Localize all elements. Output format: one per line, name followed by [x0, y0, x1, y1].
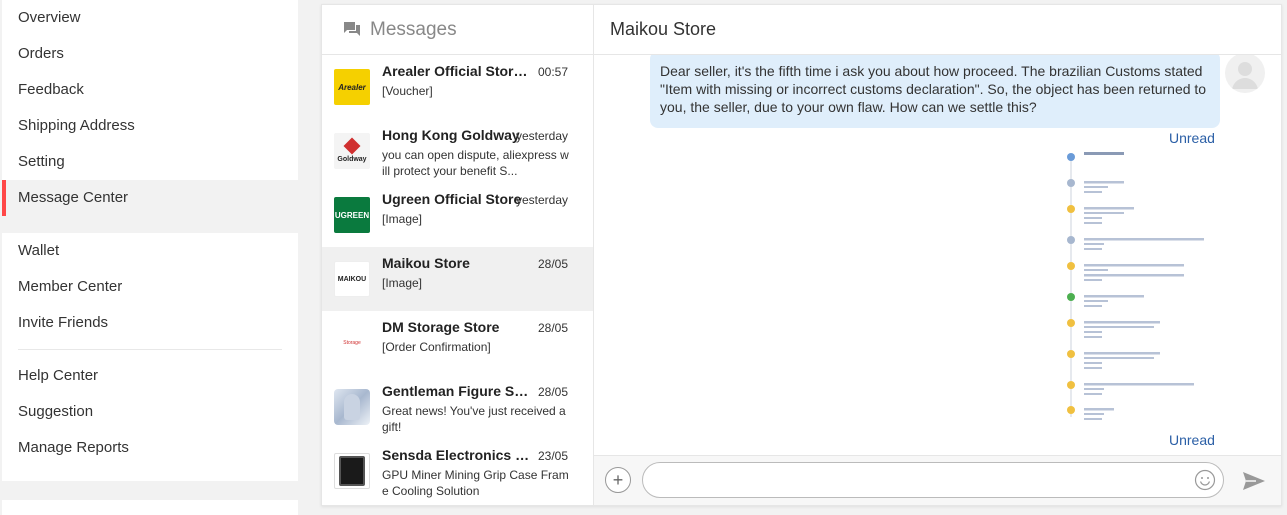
avatar-logo-text: MAIKOU	[337, 275, 367, 283]
emoji-icon[interactable]	[1194, 469, 1216, 491]
store-avatar: Storage	[334, 325, 370, 361]
sidebar-item-wallet[interactable]: Wallet	[18, 233, 298, 269]
avatar-logo-text: Storage	[343, 340, 361, 346]
sidebar-item-invite-friends[interactable]: Invite Friends	[18, 305, 298, 341]
user-avatar-icon	[1225, 55, 1265, 93]
message-bubble: Dear seller, it's the fifth time i ask y…	[650, 55, 1220, 128]
figure-avatar-icon	[334, 389, 370, 425]
conversation-name: Sensda Electronics st...	[382, 447, 532, 463]
goldway-logo-icon	[343, 137, 361, 154]
gpu-case-avatar-icon	[334, 453, 370, 489]
conversation-time: 28/05	[537, 257, 568, 271]
sidebar-item-manage-reports[interactable]: Manage Reports	[18, 430, 298, 466]
conversation-preview: [Order Confirmation]	[382, 340, 491, 354]
conversation-preview: Great news! You've just received a gift!	[382, 404, 566, 434]
chat-header: Maikou Store	[594, 5, 1281, 55]
store-avatar: UGREEN	[334, 197, 370, 233]
conversation-name: Maikou Store	[382, 255, 470, 271]
avatar-logo-text: Goldway	[337, 155, 367, 163]
figure-silhouette-icon	[344, 394, 360, 420]
sidebar-item-shipping-address[interactable]: Shipping Address	[18, 108, 298, 144]
sidebar-item-overview[interactable]: Overview	[18, 0, 298, 36]
conversation-item[interactable]: Goldway Hong Kong Goldway yesterday you …	[322, 119, 593, 183]
chat-area: Maikou Store Dear seller, it's the fifth…	[594, 5, 1281, 505]
store-avatar: MAIKOU	[334, 261, 370, 297]
messages-panel: Messages Arealer Arealer Official Store …	[321, 4, 1282, 506]
conversation-preview: [Voucher]	[382, 84, 433, 98]
tracking-screenshot-image[interactable]	[1062, 145, 1212, 425]
conversation-item[interactable]: Arealer Arealer Official Store ... 00:57…	[322, 55, 593, 119]
conversation-name: Ugreen Official Store	[382, 191, 522, 207]
conversation-item[interactable]: Storage DM Storage Store 28/05 [Order Co…	[322, 311, 593, 375]
sidebar-lower-card	[2, 500, 298, 515]
conversation-time: 00:57	[537, 65, 568, 79]
sidebar-item-help-center[interactable]: Help Center	[18, 358, 298, 394]
conversation-time: 28/05	[537, 385, 568, 399]
sidebar-item-orders[interactable]: Orders	[18, 36, 298, 72]
message-input[interactable]	[642, 462, 1224, 498]
tracking-timeline-icon	[1067, 152, 1204, 420]
sidebar-item-message-center[interactable]: Message Center	[2, 180, 298, 216]
conversation-item-selected[interactable]: MAIKOU Maikou Store 28/05 [Image]	[322, 247, 593, 311]
conversation-preview: [Image]	[382, 276, 423, 290]
conversation-name: Gentleman Figure Store	[382, 383, 532, 399]
sidebar-item-member-center[interactable]: Member Center	[18, 269, 298, 305]
sidebar-item-feedback[interactable]: Feedback	[18, 72, 298, 108]
message-status: Unread	[1169, 130, 1215, 146]
conversation-preview: you can open dispute, aliexpress w ill p…	[382, 148, 569, 178]
conversation-item[interactable]: UGREEN Ugreen Official Store yesterday […	[322, 183, 593, 247]
messages-header: Messages	[322, 5, 593, 55]
sidebar-gap	[2, 216, 298, 233]
conversation-preview: [Image]	[382, 212, 423, 226]
account-sidebar: Overview Orders Feedback Shipping Addres…	[2, 0, 298, 481]
conversation-name: DM Storage Store	[382, 319, 500, 335]
conversation-time: yesterday	[515, 193, 568, 207]
sidebar-item-suggestion[interactable]: Suggestion	[18, 394, 298, 430]
messages-icon	[344, 21, 360, 36]
gpu-case-icon	[339, 456, 365, 486]
plus-icon[interactable]: +	[605, 467, 631, 493]
sidebar-divider	[18, 349, 282, 350]
store-avatar: Arealer	[334, 69, 370, 105]
conversation-name: Hong Kong Goldway	[382, 127, 520, 143]
chat-store-name: Maikou Store	[610, 19, 717, 39]
conversation-list: Messages Arealer Arealer Official Store …	[322, 5, 594, 505]
store-avatar: Goldway	[334, 133, 370, 169]
sidebar-group-account: Overview Orders Feedback Shipping Addres…	[2, 0, 298, 216]
sidebar-item-setting[interactable]: Setting	[18, 144, 298, 180]
conversation-item[interactable]: Sensda Electronics st... 23/05 GPU Miner…	[322, 439, 593, 503]
sidebar-group-wallet: Wallet Member Center Invite Friends Help…	[2, 233, 298, 466]
send-icon[interactable]	[1242, 471, 1266, 491]
avatar-logo-text: Arealer	[338, 82, 366, 92]
conversation-preview: GPU Miner Mining Grip Case Fram e Coolin…	[382, 468, 569, 498]
chat-input-bar: +	[594, 455, 1281, 505]
avatar-logo-text: UGREEN	[334, 210, 370, 220]
conversation-item[interactable]: Gentleman Figure Store 28/05 Great news!…	[322, 375, 593, 439]
conversation-time: yesterday	[515, 129, 568, 143]
messages-title: Messages	[370, 18, 457, 40]
chat-body[interactable]: Dear seller, it's the fifth time i ask y…	[594, 55, 1281, 452]
message-status: Unread	[1169, 432, 1215, 448]
conversation-time: 23/05	[537, 449, 568, 463]
conversation-name: Arealer Official Store ...	[382, 63, 532, 79]
conversation-time: 28/05	[537, 321, 568, 335]
